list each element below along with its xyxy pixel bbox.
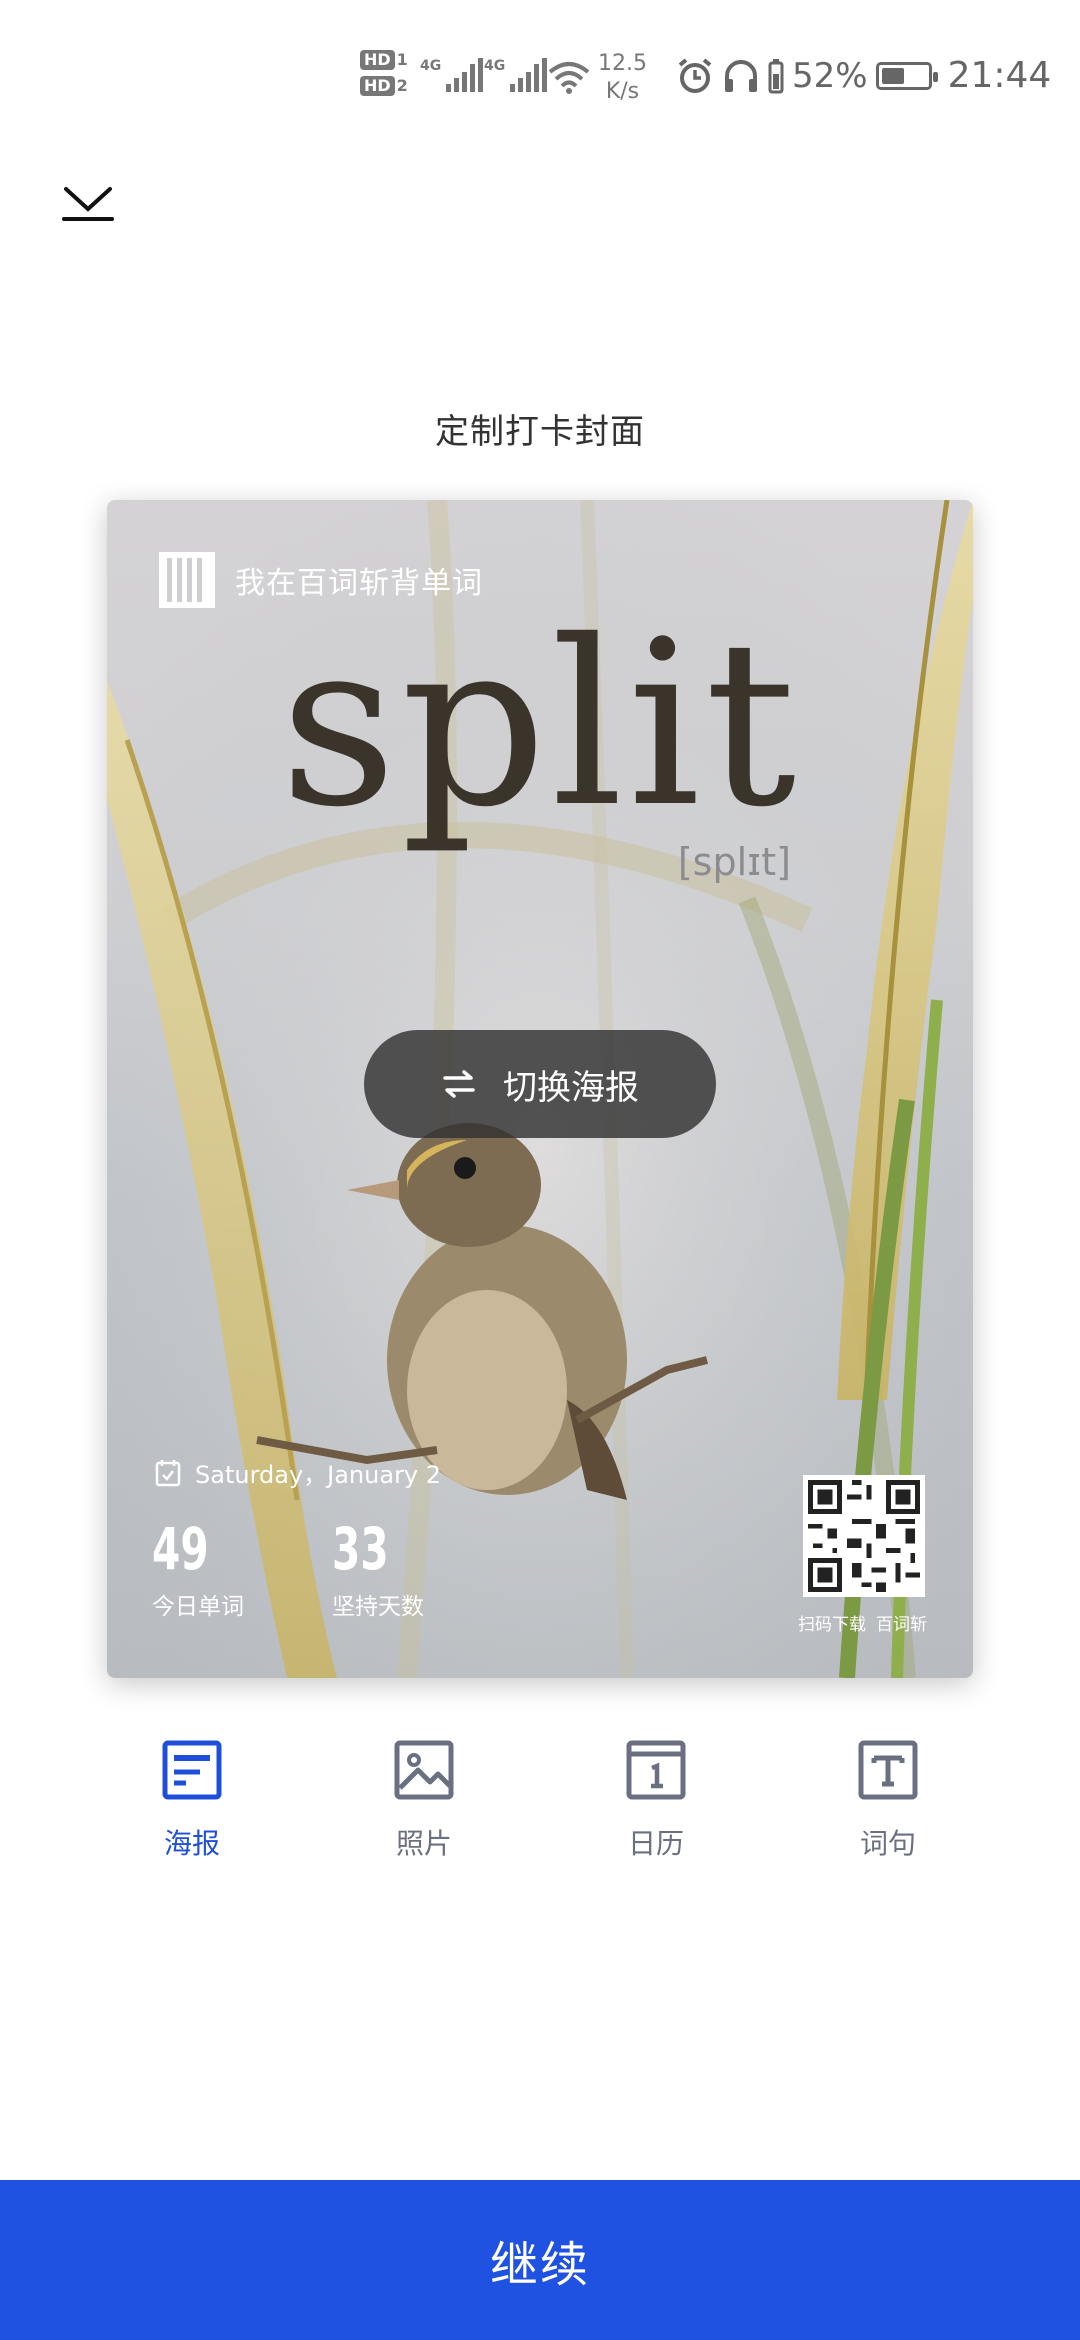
battery-small-icon <box>768 58 784 93</box>
stat-value: 33 <box>332 1515 389 1583</box>
screen: HD 1 HD 2 4G 4G 12.5 K/s 52% 21:44 定制打卡封… <box>0 0 1080 2340</box>
tab-text[interactable]: 词句 <box>828 1740 948 1862</box>
poster-word: split <box>279 591 801 857</box>
tab-label: 海报 <box>163 1827 220 1860</box>
headphones-icon <box>725 59 757 92</box>
continue-button[interactable]: 继续 <box>0 2180 1080 2340</box>
net1-label: 4G <box>420 58 442 74</box>
signal-icon-2: 4G <box>484 58 548 92</box>
qr-caption-right: 百词斩 <box>876 1615 927 1635</box>
tab-label: 日历 <box>627 1827 684 1860</box>
alarm-icon <box>678 57 712 93</box>
tab-label: 照片 <box>395 1827 452 1860</box>
calendar-check-icon <box>155 1459 181 1486</box>
photo-icon <box>394 1740 454 1800</box>
poster-date: Saturday，January 2 <box>195 1461 442 1489</box>
net2-label: 4G <box>484 58 506 74</box>
hd1-badge: HD <box>360 50 395 70</box>
switch-poster-button[interactable]: 切换海报 <box>364 1030 716 1138</box>
hd2-badge: HD <box>360 76 395 96</box>
swap-icon <box>443 1070 475 1098</box>
switch-poster-label: 切换海报 <box>503 1067 639 1108</box>
tab-calendar[interactable]: 日历 <box>596 1740 716 1862</box>
poster-preview[interactable]: 我在百词斩背单词 split [splɪt] 切换海报 Saturday，Jan… <box>107 500 973 1678</box>
tab-photo[interactable]: 照片 <box>364 1740 484 1862</box>
stat-streak-days: 33 坚持天数 <box>332 1515 424 1621</box>
qr-caption: 扫码下载 百词斩 <box>798 1610 927 1635</box>
stat-value: 49 <box>152 1515 209 1583</box>
collapse-icon[interactable] <box>60 185 116 225</box>
poster-phonetic: [splɪt] <box>677 840 791 884</box>
battery-percent: 52% <box>792 55 868 96</box>
clock: 21:44 <box>947 55 1052 96</box>
battery-icon <box>875 61 938 90</box>
hd-indicator: HD 1 HD 2 <box>360 50 408 96</box>
qr-caption-left: 扫码下载 <box>798 1615 866 1635</box>
battery-fill <box>881 67 905 84</box>
calendar-icon <box>626 1740 686 1800</box>
network-speed: 12.5 K/s <box>598 50 647 106</box>
status-right: 52% 21:44 <box>676 55 1051 96</box>
stat-label: 今日单词 <box>152 1594 244 1620</box>
brand-logo-icon <box>159 552 215 608</box>
wifi-icon <box>548 62 590 94</box>
signal-icon: 4G <box>420 58 484 92</box>
stat-label: 坚持天数 <box>332 1594 424 1620</box>
page-title: 定制打卡封面 <box>435 412 645 452</box>
sim2-label: 2 <box>396 76 408 95</box>
tab-label: 词句 <box>859 1827 916 1860</box>
speed-unit: K/s <box>605 79 640 104</box>
stat-today-words: 49 今日单词 <box>152 1515 244 1621</box>
text-icon <box>858 1740 918 1800</box>
poster-icon <box>162 1740 222 1800</box>
date-row: Saturday，January 2 <box>155 1455 441 1490</box>
speed-value: 12.5 <box>598 51 647 76</box>
status-bar: HD 1 HD 2 4G 4G 12.5 K/s 52% 21:44 <box>0 0 1080 150</box>
sim1-label: 1 <box>396 50 408 69</box>
tab-poster[interactable]: 海报 <box>132 1740 252 1862</box>
qr-code <box>803 1475 925 1597</box>
cover-type-tabs: 海报 照片 日历 词句 <box>0 1740 1080 1880</box>
